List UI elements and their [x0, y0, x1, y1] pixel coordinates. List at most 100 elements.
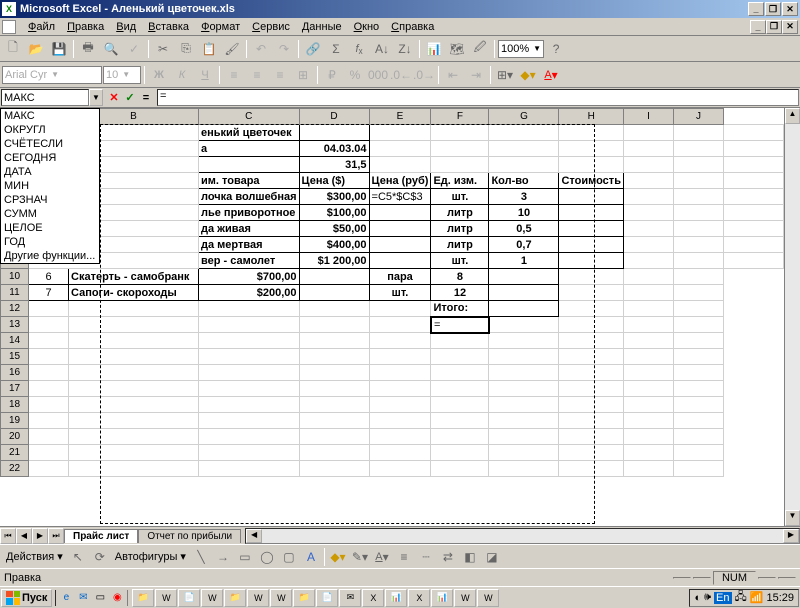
inc-indent-button[interactable]: ⇥ — [465, 64, 487, 86]
autosum-button[interactable]: Σ — [325, 38, 347, 60]
cell[interactable]: 04.03.04 — [299, 141, 369, 157]
cell[interactable] — [299, 333, 369, 349]
function-wizard-button[interactable]: = — [139, 91, 153, 105]
cell[interactable] — [559, 237, 624, 253]
sheet-tab[interactable]: Прайс лист — [64, 529, 138, 543]
currency-button[interactable]: ₽ — [321, 64, 343, 86]
cell[interactable] — [199, 445, 300, 461]
cell[interactable] — [29, 317, 69, 333]
preview-button[interactable]: 🔍 — [100, 38, 122, 60]
cell[interactable] — [69, 413, 199, 429]
cell[interactable] — [199, 317, 300, 333]
copy-button[interactable]: ⎘ — [175, 38, 197, 60]
cell[interactable] — [673, 157, 723, 173]
row-header[interactable]: 21 — [1, 445, 29, 461]
taskbar-item[interactable]: 📁 — [293, 589, 315, 607]
scroll-right-button[interactable]: ▶ — [783, 529, 799, 543]
cell[interactable] — [623, 237, 673, 253]
function-option[interactable]: СРЗНАЧ — [1, 193, 99, 207]
cell[interactable] — [29, 397, 69, 413]
cell[interactable] — [299, 269, 369, 285]
clock[interactable]: 15:29 — [766, 592, 794, 604]
cell[interactable] — [489, 429, 559, 445]
cell[interactable]: шт. — [369, 285, 431, 301]
cell[interactable] — [673, 189, 723, 205]
cell[interactable]: $200,00 — [199, 285, 300, 301]
row-header[interactable]: 14 — [1, 333, 29, 349]
menu-Формат[interactable]: Формат — [195, 20, 246, 34]
cell[interactable] — [489, 125, 559, 141]
vertical-scrollbar[interactable]: ▲ ▼ — [784, 108, 800, 526]
col-header[interactable]: H — [559, 109, 624, 125]
tab-next-button[interactable]: ▶ — [32, 528, 48, 544]
cell[interactable] — [623, 349, 673, 365]
cell[interactable] — [29, 429, 69, 445]
cell[interactable]: лочка волшебная — [199, 189, 300, 205]
scroll-down-button[interactable]: ▼ — [785, 510, 800, 526]
cell[interactable]: Цена (руб) — [369, 173, 431, 189]
arrow-style-button[interactable]: ⇄ — [437, 546, 459, 568]
function-option[interactable]: СЕГОДНЯ — [1, 151, 99, 165]
font-color-button[interactable]: A▾ — [540, 64, 562, 86]
cell[interactable] — [299, 301, 369, 317]
cell[interactable] — [199, 157, 300, 173]
cell[interactable]: литр — [431, 237, 489, 253]
dec-indent-button[interactable]: ⇤ — [442, 64, 464, 86]
tab-last-button[interactable]: ⏭ — [48, 528, 64, 544]
cell[interactable]: = — [431, 317, 489, 333]
taskbar-item[interactable]: W — [454, 589, 476, 607]
cell[interactable]: 3 — [489, 189, 559, 205]
cell[interactable] — [489, 397, 559, 413]
col-header[interactable]: I — [623, 109, 673, 125]
cell[interactable] — [489, 365, 559, 381]
row-header[interactable]: 11 — [1, 285, 29, 301]
bold-button[interactable]: Ж — [148, 64, 170, 86]
cell[interactable] — [673, 429, 723, 445]
cell[interactable]: $400,00 — [299, 237, 369, 253]
taskbar-item[interactable]: X — [362, 589, 384, 607]
cell[interactable] — [69, 317, 199, 333]
cell[interactable] — [489, 381, 559, 397]
cell[interactable] — [673, 397, 723, 413]
function-option[interactable]: МАКС — [1, 109, 99, 123]
name-box-dropdown[interactable]: ▼ — [89, 89, 103, 106]
cell[interactable] — [489, 461, 559, 477]
cell[interactable] — [369, 445, 431, 461]
cell[interactable] — [623, 253, 673, 269]
spell-button[interactable]: ✓ — [123, 38, 145, 60]
taskbar-item[interactable]: W — [155, 589, 177, 607]
cancel-formula-button[interactable]: ✕ — [107, 91, 121, 105]
taskbar-item[interactable]: W — [201, 589, 223, 607]
cell[interactable] — [623, 285, 673, 301]
cell[interactable] — [489, 157, 559, 173]
merge-button[interactable]: ⊞ — [292, 64, 314, 86]
taskbar-item[interactable]: 📄 — [316, 589, 338, 607]
cell[interactable] — [69, 461, 199, 477]
taskbar-item[interactable]: X — [408, 589, 430, 607]
cell[interactable]: енький цветочек — [199, 125, 300, 141]
cell[interactable] — [559, 445, 624, 461]
cell[interactable]: Сапоги- скороходы — [69, 285, 199, 301]
line-color-button[interactable]: ✎▾ — [349, 546, 371, 568]
function-option[interactable]: СУММ — [1, 207, 99, 221]
cell[interactable]: Ед. изм. — [431, 173, 489, 189]
cell[interactable] — [431, 429, 489, 445]
cell[interactable] — [623, 397, 673, 413]
cell[interactable] — [723, 253, 783, 269]
channels-icon[interactable]: ◉ — [109, 590, 125, 606]
font-color-draw-button[interactable]: A▾ — [371, 546, 393, 568]
autoshapes-menu[interactable]: Автофигуры ▾ — [111, 550, 190, 563]
save-button[interactable]: 💾 — [48, 38, 70, 60]
3d-button[interactable]: ◪ — [481, 546, 503, 568]
menu-Вставка[interactable]: Вставка — [142, 20, 195, 34]
tray-icon[interactable]: 🕪 — [704, 591, 711, 604]
tab-first-button[interactable]: ⏮ — [0, 528, 16, 544]
wordart-button[interactable]: A — [300, 546, 322, 568]
cell[interactable] — [69, 381, 199, 397]
cell[interactable] — [673, 221, 723, 237]
cell[interactable] — [559, 221, 624, 237]
cell[interactable] — [489, 285, 559, 301]
scroll-left-button[interactable]: ◀ — [246, 529, 262, 543]
cell[interactable] — [723, 125, 783, 141]
sort-asc-button[interactable]: A↓ — [371, 38, 393, 60]
